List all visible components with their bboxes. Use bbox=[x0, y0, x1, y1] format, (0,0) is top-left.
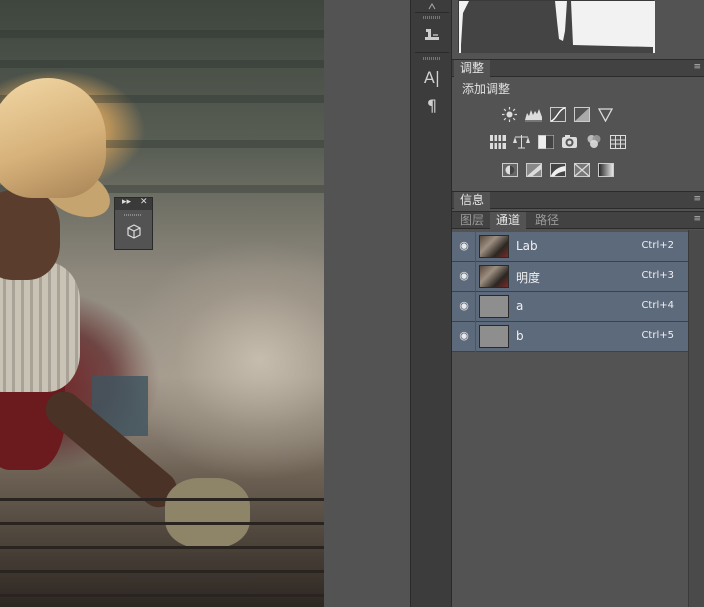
eye-icon[interactable]: ◉ bbox=[458, 300, 470, 312]
worker-glove bbox=[165, 478, 250, 548]
close-icon[interactable]: ✕ bbox=[140, 197, 148, 207]
visibility-toggle[interactable]: ◉ bbox=[452, 292, 476, 322]
vibrance-icon[interactable] bbox=[597, 107, 614, 122]
eye-icon[interactable]: ◉ bbox=[458, 270, 470, 282]
channel-shortcut: Ctrl+4 bbox=[641, 300, 674, 311]
dock-grip[interactable] bbox=[423, 57, 441, 60]
workspace-background bbox=[324, 0, 410, 607]
dock-grip[interactable] bbox=[423, 16, 441, 19]
document-canvas[interactable]: ▸▸ ✕ bbox=[0, 0, 324, 607]
channel-shortcut: Ctrl+3 bbox=[641, 270, 674, 281]
black-white-icon[interactable] bbox=[537, 134, 554, 149]
channel-thumbnail bbox=[479, 265, 509, 288]
tab-info[interactable]: 信息 bbox=[454, 192, 491, 209]
brightness-contrast-icon[interactable] bbox=[501, 107, 518, 122]
channel-thumbnail bbox=[479, 235, 509, 258]
adjustments-panel-header: 调整 ≡ bbox=[452, 59, 704, 77]
threshold-icon[interactable] bbox=[549, 162, 566, 177]
invert-icon[interactable] bbox=[501, 162, 518, 177]
paragraph-icon[interactable]: ¶ bbox=[419, 93, 445, 117]
character-icon[interactable]: A| bbox=[419, 65, 445, 89]
panel-menu-icon[interactable]: ≡ bbox=[693, 214, 700, 224]
3d-cube-icon[interactable] bbox=[124, 222, 144, 242]
gradient-map-icon[interactable] bbox=[597, 162, 614, 177]
color-balance-icon[interactable] bbox=[513, 134, 530, 149]
exposure-icon[interactable] bbox=[573, 107, 590, 122]
layers-channels-panel-header: 图层 通道 路径 ≡ bbox=[452, 211, 704, 229]
channel-shortcut: Ctrl+5 bbox=[641, 330, 674, 341]
hue-saturation-icon[interactable] bbox=[489, 134, 506, 149]
info-panel-header: 信息 ≡ bbox=[452, 191, 704, 209]
selective-color-icon[interactable] bbox=[573, 162, 590, 177]
channel-row-a[interactable]: ◉ a Ctrl+4 bbox=[452, 292, 688, 322]
visibility-toggle[interactable]: ◉ bbox=[452, 232, 476, 262]
photo-filter-icon[interactable] bbox=[561, 134, 578, 149]
posterize-icon[interactable] bbox=[525, 162, 542, 177]
channel-name: b bbox=[516, 329, 524, 343]
panel-menu-icon[interactable]: ≡ bbox=[693, 194, 700, 204]
channel-name: a bbox=[516, 299, 524, 313]
dock-divider bbox=[415, 52, 449, 53]
panel-dock: A| ¶ bbox=[410, 0, 452, 607]
tab-paths[interactable]: 路径 bbox=[529, 212, 565, 229]
worker-face bbox=[0, 190, 60, 280]
visibility-toggle[interactable]: ◉ bbox=[452, 262, 476, 292]
background-building bbox=[0, 30, 324, 38]
channel-name: Lab bbox=[516, 239, 538, 253]
rebar bbox=[0, 546, 324, 549]
eye-icon[interactable]: ◉ bbox=[458, 330, 470, 342]
color-lookup-icon[interactable] bbox=[609, 134, 626, 149]
channels-list: ◉ Lab Ctrl+2 ◉ 明度 Ctrl+3 ◉ a Ctrl+4 ◉ b … bbox=[452, 230, 688, 607]
eye-icon[interactable]: ◉ bbox=[458, 240, 470, 252]
channel-row-lightness[interactable]: ◉ 明度 Ctrl+3 bbox=[452, 262, 688, 292]
panel-menu-icon[interactable]: ≡ bbox=[693, 62, 700, 72]
rebar bbox=[0, 570, 324, 573]
curves-icon[interactable] bbox=[549, 107, 566, 122]
channel-shortcut: Ctrl+2 bbox=[641, 240, 674, 251]
channel-mixer-icon[interactable] bbox=[585, 134, 602, 149]
levels-icon[interactable] bbox=[525, 107, 542, 122]
rebar bbox=[0, 522, 324, 525]
dock-divider bbox=[415, 12, 449, 13]
visibility-toggle[interactable]: ◉ bbox=[452, 322, 476, 352]
channel-thumbnail bbox=[479, 325, 509, 348]
channels-scrollbar[interactable] bbox=[688, 230, 704, 607]
right-panels: 调整 ≡ 添加调整 信息 ≡ 图层 通道 路径 ≡ ◉ Lab Ctrl+2 ◉… bbox=[452, 0, 704, 607]
floating-3d-panel[interactable]: ▸▸ ✕ bbox=[114, 197, 153, 250]
expand-panels-icon[interactable]: ▸▸ bbox=[122, 197, 131, 207]
histogram bbox=[458, 0, 655, 53]
panel-grip[interactable] bbox=[124, 214, 142, 216]
rebar bbox=[0, 498, 324, 501]
add-adjustment-title: 添加调整 bbox=[462, 82, 511, 96]
background-building bbox=[0, 60, 324, 68]
channel-name: 明度 bbox=[516, 271, 541, 285]
worker-shirt bbox=[0, 262, 80, 392]
tab-layers[interactable]: 图层 bbox=[454, 212, 490, 229]
channel-row-b[interactable]: ◉ b Ctrl+5 bbox=[452, 322, 688, 352]
hard-hat bbox=[0, 78, 106, 198]
channel-row-lab[interactable]: ◉ Lab Ctrl+2 bbox=[452, 232, 688, 262]
floating-panel-titlebar[interactable]: ▸▸ ✕ bbox=[115, 197, 152, 210]
channel-thumbnail bbox=[479, 295, 509, 318]
clone-stamp-preset-icon[interactable] bbox=[419, 23, 445, 47]
tab-channels[interactable]: 通道 bbox=[490, 212, 527, 229]
rebar bbox=[0, 594, 324, 597]
tab-adjustments[interactable]: 调整 bbox=[454, 60, 491, 77]
